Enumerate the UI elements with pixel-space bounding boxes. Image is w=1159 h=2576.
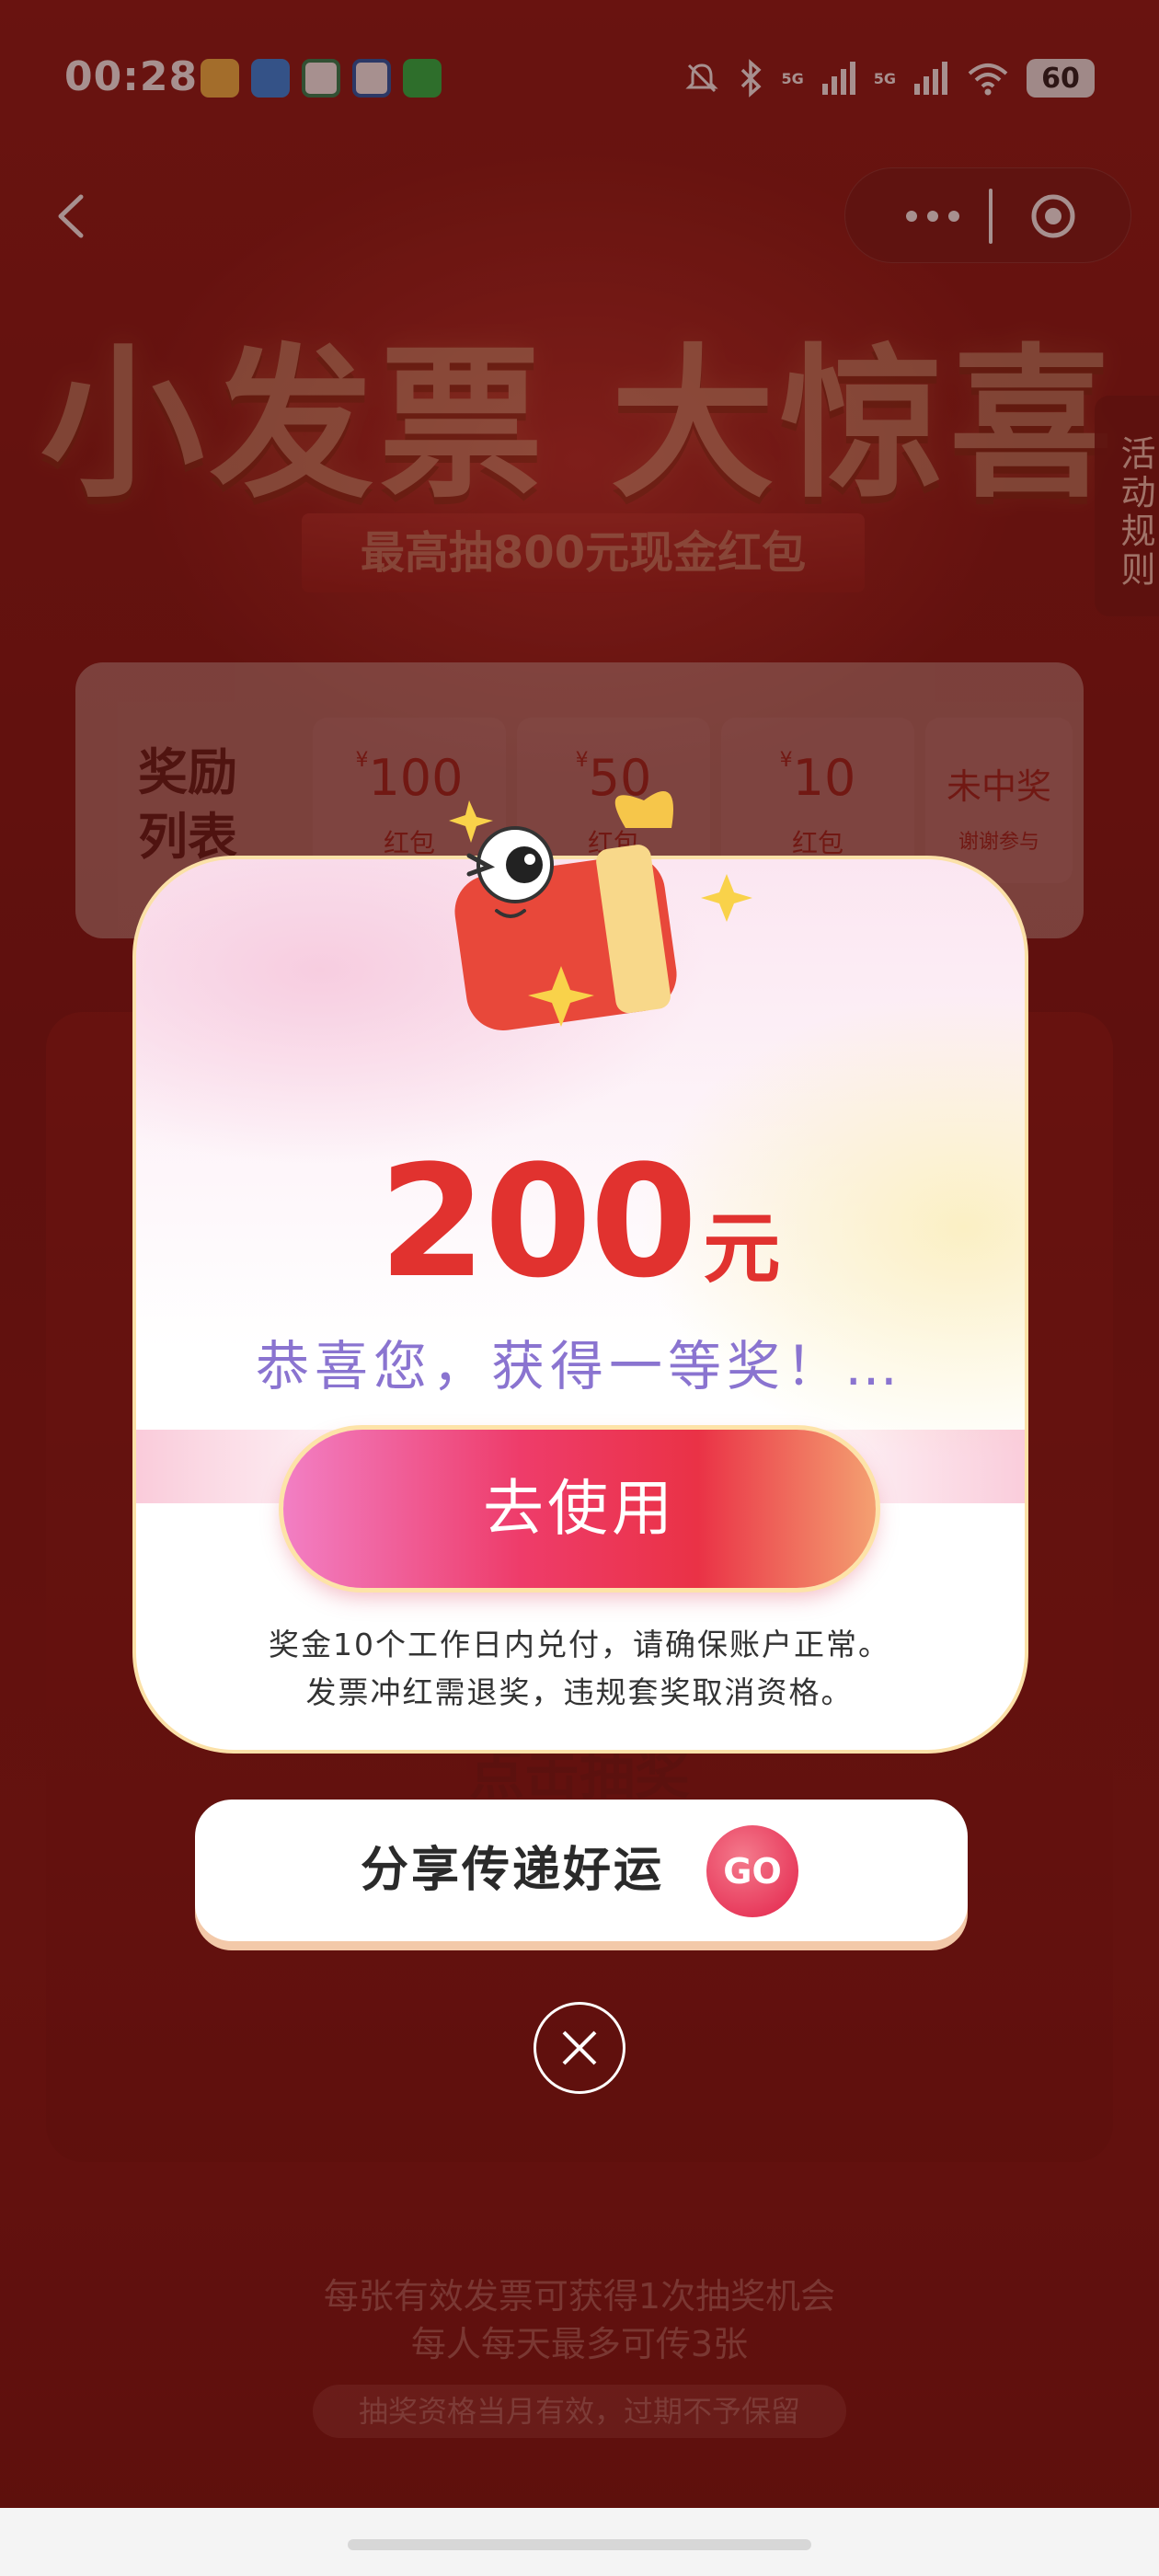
notice-line-2: 发票冲红需退奖，违规套奖取消资格。 <box>305 1674 854 1710</box>
prize-notice: 奖金10个工作日内兑付，请确保账户正常。 发票冲红需退奖，违规套奖取消资格。 <box>0 1621 1159 1717</box>
gift-mascot-icon <box>449 791 752 1031</box>
home-indicator[interactable] <box>348 2539 811 2550</box>
use-button[interactable]: 去使用 <box>283 1430 876 1588</box>
prize-number: 200 <box>378 1132 698 1312</box>
close-modal-button[interactable] <box>534 2002 625 2094</box>
prize-amount: 200元 <box>0 1132 1159 1312</box>
close-icon <box>562 2030 597 2065</box>
share-bar[interactable]: 分享传递好运 GO <box>195 1800 968 1941</box>
share-label: 分享传递好运 <box>361 1843 665 1898</box>
prize-unit: 元 <box>703 1203 781 1294</box>
go-button[interactable]: GO <box>706 1825 798 1917</box>
notice-line-1: 奖金10个工作日内兑付，请确保账户正常。 <box>269 1627 890 1662</box>
congrats-text: 恭喜您，获得一等奖！… <box>255 1335 903 1397</box>
